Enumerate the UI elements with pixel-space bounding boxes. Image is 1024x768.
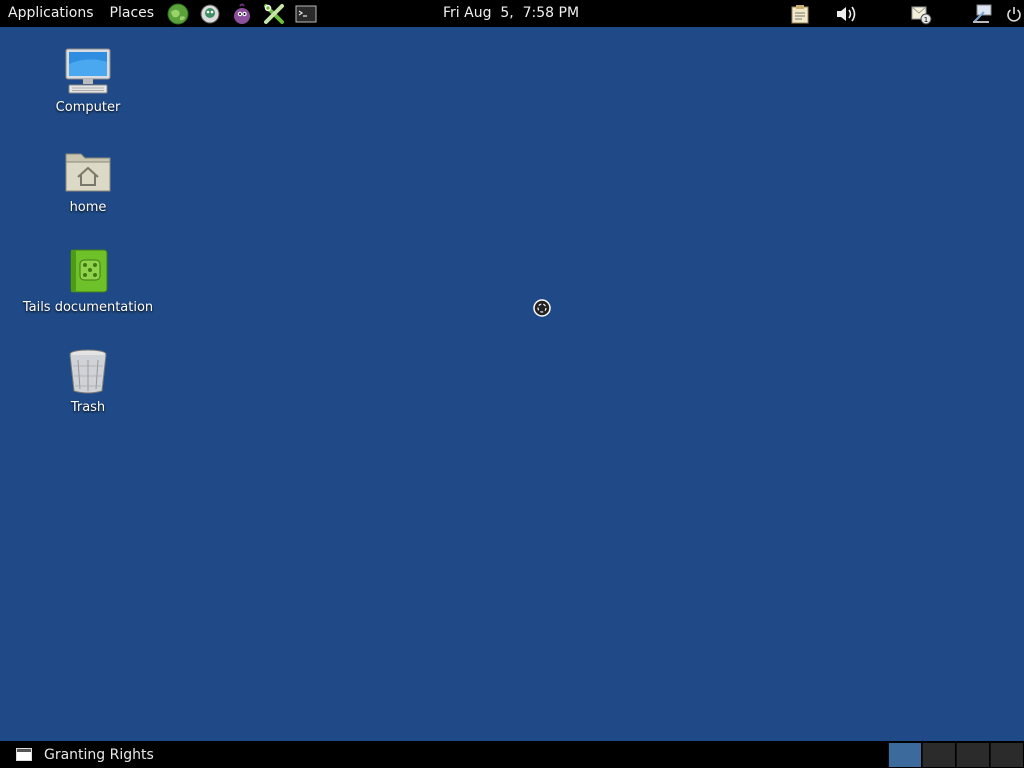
- svg-text:1: 1: [924, 16, 928, 24]
- web-browser-icon[interactable]: [167, 3, 189, 25]
- desktop-icon-home[interactable]: home: [18, 146, 158, 215]
- desktop-icon-trash[interactable]: Trash: [18, 346, 158, 415]
- bottom-panel: Granting Rights: [0, 741, 1024, 768]
- taskbar-window-button[interactable]: Granting Rights: [16, 741, 154, 768]
- keepassx-tools-icon[interactable]: [263, 3, 285, 25]
- clock[interactable]: Fri Aug 5, 7:58 PM: [443, 0, 579, 27]
- network-icon[interactable]: [970, 0, 994, 27]
- desktop-icon-label: Trash: [70, 400, 106, 415]
- workspace-2[interactable]: [922, 743, 955, 767]
- workspace-1[interactable]: [888, 743, 921, 767]
- desktop-icon-label: Tails documentation: [22, 300, 154, 315]
- desktop-icon-label: Computer: [55, 100, 121, 115]
- desktop-icon-computer[interactable]: Computer: [18, 46, 158, 115]
- busy-cursor-icon: [533, 299, 551, 317]
- trash-icon: [63, 346, 113, 396]
- desktop-icon-label: home: [69, 200, 107, 215]
- computer-icon: [63, 46, 113, 96]
- taskbar-window-label: Granting Rights: [44, 746, 154, 763]
- power-icon[interactable]: [1004, 0, 1024, 27]
- documentation-book-icon: [63, 246, 113, 296]
- tor-onion-icon[interactable]: [231, 3, 253, 25]
- desktop-icon-tails-documentation[interactable]: Tails documentation: [18, 246, 158, 315]
- volume-icon[interactable]: [834, 0, 860, 27]
- places-menu[interactable]: Places: [102, 0, 163, 27]
- workspace-3[interactable]: [956, 743, 989, 767]
- applications-menu[interactable]: Applications: [0, 0, 102, 27]
- notification-icon[interactable]: 1: [909, 0, 933, 27]
- top-panel: Applications Places Fri Aug 5, 7:58 PM 1: [0, 0, 1024, 27]
- window-icon: [16, 748, 32, 761]
- terminal-icon[interactable]: [295, 3, 317, 25]
- workspace-4[interactable]: [990, 743, 1023, 767]
- home-folder-icon: [63, 146, 113, 196]
- pidgin-messenger-icon[interactable]: [199, 3, 221, 25]
- clipboard-icon[interactable]: [789, 0, 811, 27]
